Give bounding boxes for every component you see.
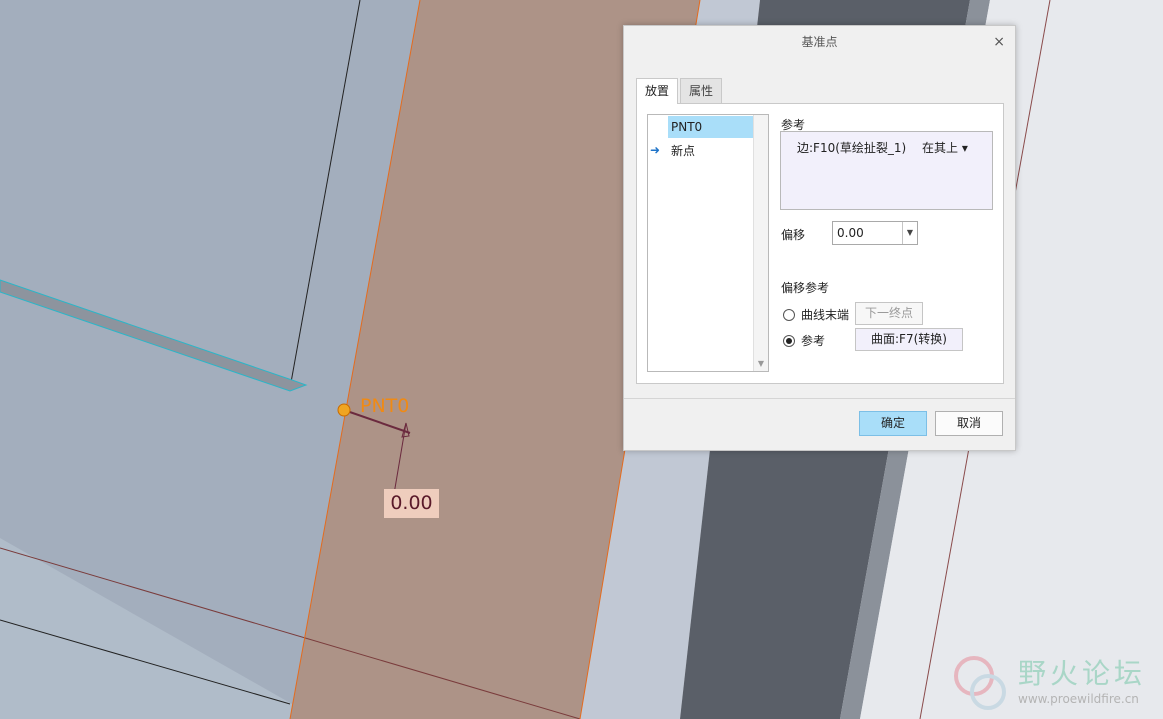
arrow-right-icon: ➜: [650, 143, 661, 157]
watermark-url: www.proewildfire.cn: [1018, 692, 1139, 706]
datum-point-dialog: 基准点 × 放置 属性 PNT0 ➜ 新点 ▼ 参考 边:F10(草绘扯裂_1)…: [623, 25, 1016, 451]
tab-properties[interactable]: 属性: [680, 78, 723, 103]
offset-dimension-label[interactable]: 0.00: [384, 489, 439, 518]
offset-value[interactable]: 0.00: [837, 222, 864, 244]
chevron-down-icon[interactable]: ▼: [902, 222, 917, 244]
watermark-title: 野火论坛: [1018, 657, 1147, 690]
next-endpoint-button[interactable]: 下一终点: [855, 302, 923, 325]
offset-reference-collector[interactable]: 曲面:F7(转换): [855, 328, 963, 351]
reference-mode-dropdown[interactable]: 在其上 ▾: [922, 139, 968, 156]
radio-curve-end[interactable]: [783, 309, 795, 321]
list-item-new-point[interactable]: 新点: [668, 140, 755, 162]
close-icon[interactable]: ×: [993, 26, 1005, 59]
butterfly-logo-icon: [954, 656, 1006, 710]
point-label-pnt0[interactable]: PNT0: [360, 395, 409, 417]
point-list[interactable]: PNT0 ➜ 新点 ▼: [647, 114, 769, 372]
list-item-pnt0[interactable]: PNT0: [668, 116, 755, 138]
offset-input[interactable]: 0.00 ▼: [832, 221, 918, 245]
dialog-title: 基准点: [801, 35, 838, 49]
offset-reference-heading: 偏移参考: [781, 281, 830, 295]
cancel-button[interactable]: 取消: [935, 411, 1003, 436]
reference-option-label: 参考: [801, 334, 826, 348]
reference-collector[interactable]: 边:F10(草绘扯裂_1) 在其上 ▾: [780, 131, 993, 210]
scroll-down-icon[interactable]: ▼: [756, 359, 766, 369]
radio-reference[interactable]: [783, 335, 795, 347]
tab-placement[interactable]: 放置: [636, 78, 679, 104]
ok-button[interactable]: 确定: [859, 411, 927, 436]
dialog-separator: [624, 398, 1015, 399]
list-scrollbar[interactable]: ▼: [753, 115, 768, 371]
reference-item[interactable]: 边:F10(草绘扯裂_1): [797, 139, 906, 156]
forum-watermark: 野火论坛 www.proewildfire.cn: [950, 650, 1160, 716]
placement-panel: PNT0 ➜ 新点 ▼ 参考 边:F10(草绘扯裂_1) 在其上 ▾ 偏移 0.…: [636, 103, 1004, 384]
curve-end-label: 曲线末端: [801, 308, 850, 322]
offset-label: 偏移: [781, 228, 806, 242]
